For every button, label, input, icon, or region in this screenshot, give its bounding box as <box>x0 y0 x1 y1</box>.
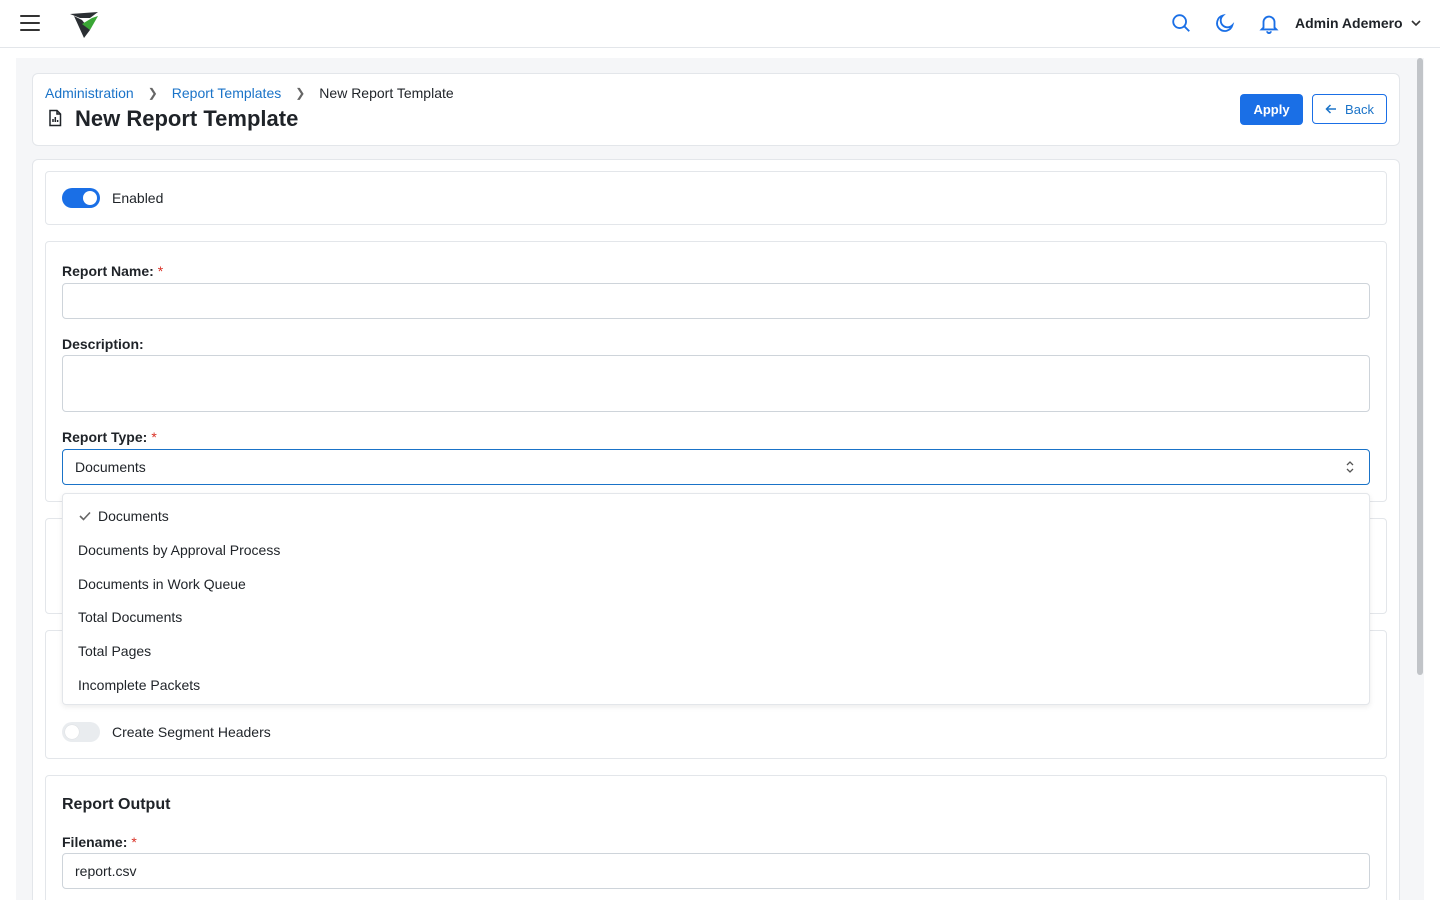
apply-button[interactable]: Apply <box>1240 94 1303 125</box>
report-name-input[interactable] <box>62 283 1370 319</box>
check-icon <box>79 511 91 521</box>
chevron-right-icon: ❯ <box>147 86 158 100</box>
search-icon[interactable] <box>1170 12 1192 34</box>
breadcrumb-current: New Report Template <box>319 85 454 101</box>
description-label: Description: <box>62 336 144 352</box>
bell-icon[interactable] <box>1258 12 1280 34</box>
report-type-label: Report Type: * <box>62 429 157 445</box>
report-type-select[interactable]: Documents <box>62 449 1370 485</box>
dropdown-option-documents-in-work-queue[interactable]: Documents in Work Queue <box>63 567 1369 601</box>
dropdown-option-documents[interactable]: Documents <box>63 499 1369 533</box>
moon-icon[interactable] <box>1214 12 1236 34</box>
dropdown-option-total-pages[interactable]: Total Pages <box>63 634 1369 668</box>
dropdown-option-label: Documents <box>98 508 169 524</box>
breadcrumb-administration[interactable]: Administration <box>45 85 134 101</box>
report-file-icon <box>49 109 62 127</box>
breadcrumb-report-templates[interactable]: Report Templates <box>172 85 281 101</box>
enabled-section <box>45 171 1387 225</box>
description-textarea[interactable] <box>62 355 1370 412</box>
report-type-dropdown: Documents Documents by Approval Process … <box>62 493 1370 705</box>
dropdown-option-total-documents[interactable]: Total Documents <box>63 600 1369 634</box>
updown-chevron-icon <box>1346 461 1354 473</box>
hamburger-icon[interactable] <box>20 15 40 31</box>
breadcrumb: Administration ❯ Report Templates ❯ New … <box>45 85 454 101</box>
chevron-down-icon[interactable] <box>1410 17 1422 29</box>
filename-input[interactable]: report.csv <box>62 853 1370 889</box>
create-segment-headers-label: Create Segment Headers <box>112 724 271 740</box>
report-name-label: Report Name: * <box>62 263 164 279</box>
dropdown-option-documents-by-approval-process[interactable]: Documents by Approval Process <box>63 533 1369 567</box>
arrow-left-icon <box>1325 104 1337 114</box>
filename-label: Filename: * <box>62 834 137 850</box>
user-menu[interactable]: Admin Ademero <box>1295 15 1403 31</box>
enabled-label: Enabled <box>112 190 164 206</box>
app-logo[interactable] <box>68 8 100 40</box>
back-button-label: Back <box>1345 101 1374 117</box>
create-segment-headers-toggle[interactable] <box>62 722 100 742</box>
dropdown-option-incomplete-packets[interactable]: Incomplete Packets <box>63 668 1369 702</box>
page-title: New Report Template <box>75 106 299 131</box>
scrollbar[interactable] <box>1417 58 1423 675</box>
back-button[interactable]: Back <box>1312 94 1387 124</box>
top-bar: Admin Ademero <box>0 0 1440 48</box>
chevron-right-icon: ❯ <box>295 86 306 100</box>
enabled-toggle[interactable] <box>62 188 100 208</box>
report-output-title: Report Output <box>62 796 171 813</box>
report-type-value: Documents <box>75 459 146 475</box>
